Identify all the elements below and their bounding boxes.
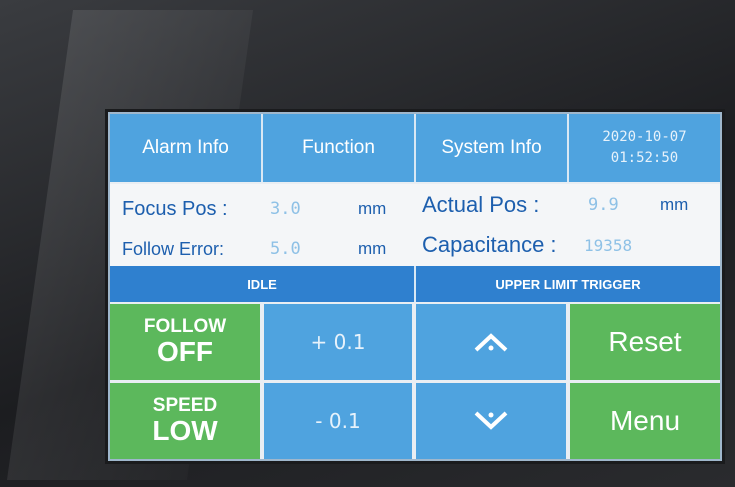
actual-pos-value: 9.9 [588, 195, 619, 215]
speed-toggle-button[interactable]: SPEED LOW [110, 383, 260, 459]
tab-function[interactable]: Function [263, 114, 416, 182]
capacitance-value-cell: 19358 [584, 228, 632, 262]
minus-step-label: - 0.1 [315, 409, 361, 433]
focus-pos-label: Focus Pos : [122, 197, 228, 220]
follow-error-unit-cell: mm [358, 234, 386, 264]
capacitance-value: 19358 [584, 235, 633, 255]
focus-pos-unit: mm [358, 199, 387, 218]
speed-label: SPEED [152, 395, 218, 416]
follow-error-value: 5.0 [270, 239, 301, 259]
tab-system-info[interactable]: System Info [416, 114, 569, 182]
menu-button[interactable]: Menu [570, 383, 720, 459]
capacitance-label: Capacitance : [422, 232, 557, 257]
focus-pos-unit-cell: mm [358, 194, 386, 224]
chevron-up-icon [474, 333, 508, 352]
reset-button[interactable]: Reset [570, 304, 720, 380]
hmi-screen: Alarm Info Function System Info 2020-10-… [108, 112, 722, 461]
follow-error-unit: mm [358, 239, 387, 258]
actual-pos-label: Actual Pos : [422, 192, 540, 217]
actual-pos-row: Actual Pos : [422, 188, 539, 222]
capacitance-row: Capacitance : [422, 228, 557, 262]
time-text: 01:52:50 [610, 150, 679, 166]
follow-state: OFF [157, 336, 213, 367]
alarm-status: UPPER LIMIT TRIGGER [416, 266, 720, 302]
menu-label: Menu [609, 405, 681, 436]
reset-label: Reset [608, 326, 682, 357]
chevron-down-icon [474, 411, 508, 430]
minus-step-button[interactable]: - 0.1 [264, 383, 412, 459]
control-grid: FOLLOW OFF + 0.1 Reset SPEED LOW - 0.1 M… [110, 304, 720, 459]
focus-pos-value: 3.0 [270, 199, 301, 219]
focus-pos-row: Focus Pos : [122, 194, 228, 224]
follow-label: FOLLOW [143, 316, 227, 337]
date-text: 2020-10-07 [602, 129, 687, 145]
follow-error-label: Follow Error: [122, 238, 225, 259]
plus-step-label: + 0.1 [310, 330, 366, 354]
actual-pos-value-cell: 9.9 [588, 188, 619, 222]
status-bar: IDLE UPPER LIMIT TRIGGER [110, 266, 720, 302]
move-up-button[interactable] [416, 304, 566, 380]
info-panel: Focus Pos : 3.0 mm Actual Pos : 9.9 mm F… [110, 184, 720, 268]
run-status: IDLE [110, 266, 416, 302]
tab-alarm-info[interactable]: Alarm Info [110, 114, 263, 182]
focus-pos-value-cell: 3.0 [270, 194, 301, 224]
move-down-button[interactable] [416, 383, 566, 459]
follow-toggle-button[interactable]: FOLLOW OFF [110, 304, 260, 380]
datetime-display: 2020-10-07 01:52:50 [569, 114, 720, 182]
top-tab-bar: Alarm Info Function System Info 2020-10-… [110, 114, 720, 182]
actual-pos-unit: mm [660, 195, 689, 214]
plus-step-button[interactable]: + 0.1 [264, 304, 412, 380]
speed-state: LOW [152, 415, 218, 446]
follow-error-value-cell: 5.0 [270, 234, 301, 264]
actual-pos-unit-cell: mm [660, 188, 688, 222]
follow-error-row: Follow Error: [122, 234, 224, 264]
